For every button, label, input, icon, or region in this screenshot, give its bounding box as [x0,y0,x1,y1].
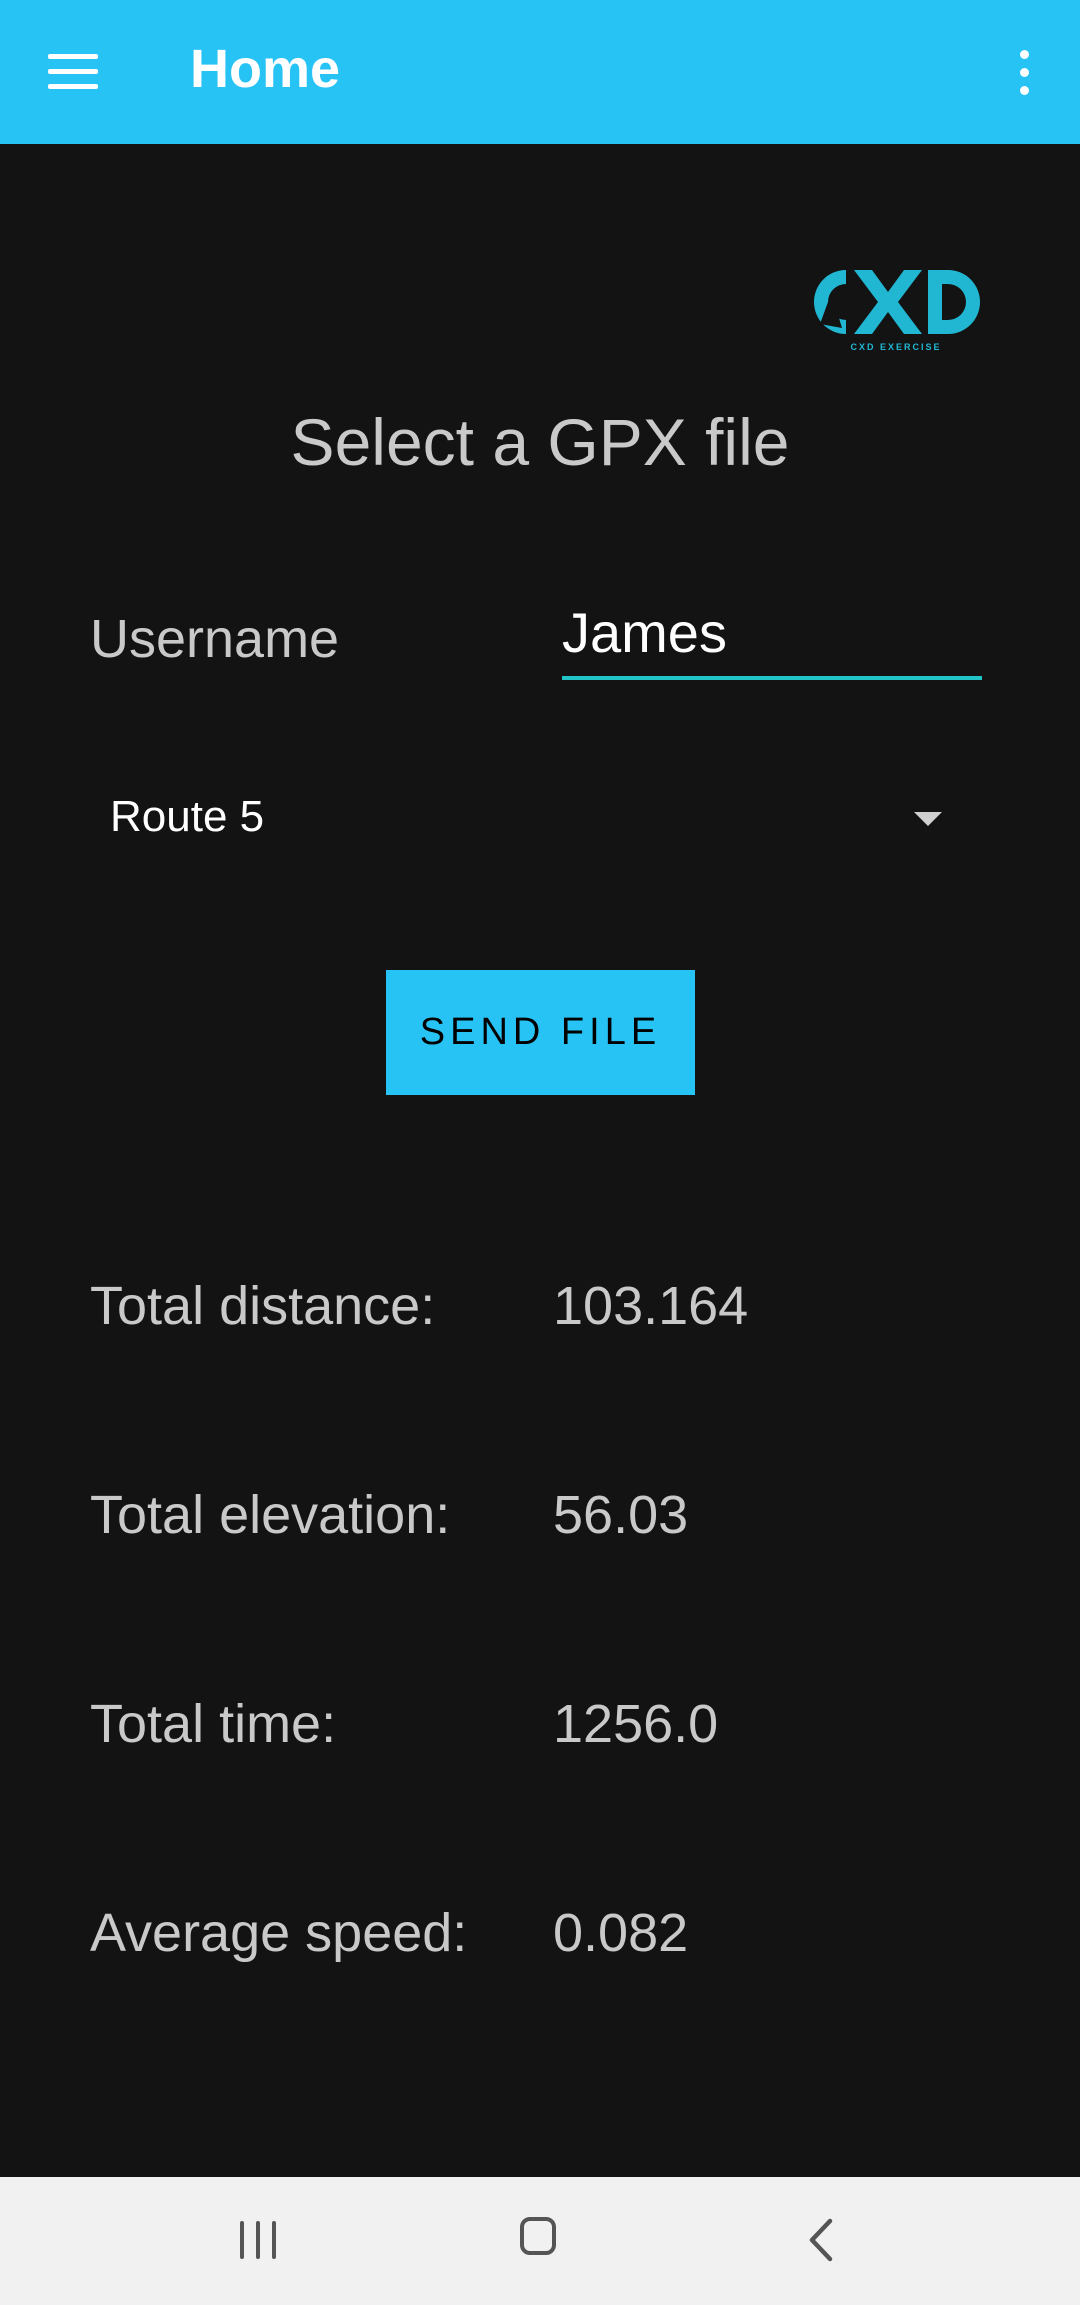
total-time-value: 1256.0 [553,1694,719,1754]
recents-icon[interactable] [240,2221,280,2259]
more-vert-icon[interactable] [1005,44,1041,100]
system-nav-bar [0,2177,1080,2305]
app-title: Home [190,39,341,99]
average-speed-value: 0.082 [553,1903,689,1963]
total-elevation-value: 56.03 [553,1485,689,1545]
route-selected-value: Route 5 [110,792,265,841]
username-field[interactable]: James [562,600,982,680]
page-title: Select a GPX file [290,405,790,479]
cxd-logo: CXD EXERCISE [798,262,988,352]
average-speed-label: Average speed: [90,1903,468,1963]
home-icon[interactable] [520,2217,556,2255]
total-distance-value: 103.164 [553,1276,749,1336]
dropdown-caret-icon [914,812,942,826]
hamburger-menu-icon[interactable] [48,54,98,90]
total-elevation-label: Total elevation: [90,1485,451,1545]
username-label: Username [90,609,340,669]
total-distance-label: Total distance: [90,1276,436,1336]
back-icon[interactable] [806,2217,836,2263]
total-time-label: Total time: [90,1694,337,1754]
send-file-button[interactable]: SEND FILE [386,970,695,1095]
app-bar: Home [0,0,1080,144]
route-dropdown[interactable]: Route 5 [90,780,990,860]
logo-subtitle: CXD EXERCISE [850,342,941,352]
